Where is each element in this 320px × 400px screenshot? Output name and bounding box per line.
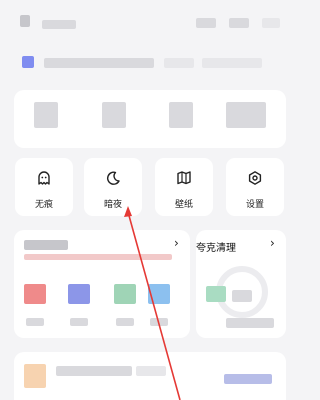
shortcut-item[interactable] bbox=[169, 102, 193, 128]
tile-settings[interactable]: 设置 bbox=[226, 158, 284, 216]
tile-incognito-label: 无痕 bbox=[34, 200, 53, 210]
app-label bbox=[150, 318, 168, 326]
app-icon bbox=[114, 284, 136, 304]
status-block bbox=[20, 15, 30, 27]
feed-text bbox=[56, 366, 132, 376]
chevron-right-icon: › bbox=[270, 236, 275, 250]
search-bar[interactable] bbox=[14, 46, 286, 86]
tile-wallpaper-label: 壁纸 bbox=[174, 200, 193, 210]
tile-night-mode-label: 暗夜 bbox=[103, 200, 122, 210]
app-label bbox=[116, 318, 134, 326]
gear-icon bbox=[247, 170, 263, 190]
feed-card[interactable] bbox=[14, 352, 286, 400]
ghost-icon bbox=[36, 170, 52, 190]
search-text bbox=[202, 58, 262, 68]
status-icon bbox=[196, 18, 216, 28]
tile-night-mode[interactable]: 暗夜 bbox=[84, 158, 142, 216]
tile-incognito[interactable]: 无痕 bbox=[15, 158, 73, 216]
shortcut-item[interactable] bbox=[34, 102, 58, 128]
app-label bbox=[70, 318, 88, 326]
search-text bbox=[164, 58, 194, 68]
shortcut-item[interactable] bbox=[226, 102, 266, 128]
search-logo bbox=[22, 56, 34, 68]
cleaner-button[interactable] bbox=[226, 318, 274, 328]
tile-wallpaper[interactable]: 壁纸 bbox=[155, 158, 213, 216]
cleaner-gauge-fill bbox=[206, 286, 226, 302]
info-card[interactable]: › bbox=[14, 230, 190, 338]
app-icon bbox=[24, 284, 46, 304]
cleaner-value bbox=[232, 290, 252, 302]
feed-text bbox=[136, 366, 166, 376]
cleaner-card[interactable]: 夸克清理 › bbox=[196, 230, 286, 338]
chevron-right-icon: › bbox=[174, 236, 179, 250]
feed-tag bbox=[224, 374, 272, 384]
status-block bbox=[42, 20, 76, 29]
tile-settings-label: 设置 bbox=[245, 200, 264, 210]
feed-thumbnail bbox=[24, 364, 46, 388]
app-icon bbox=[148, 284, 170, 304]
search-text bbox=[44, 58, 154, 68]
moon-icon bbox=[105, 170, 121, 190]
status-icon bbox=[229, 18, 249, 28]
cleaner-title: 夸克清理 bbox=[196, 243, 236, 254]
card-subtitle bbox=[24, 254, 172, 260]
app-icon bbox=[68, 284, 90, 304]
shortcut-item[interactable] bbox=[102, 102, 126, 128]
app-label bbox=[26, 318, 44, 326]
status-icon bbox=[262, 18, 280, 28]
shortcut-card bbox=[14, 90, 286, 148]
book-icon bbox=[176, 170, 192, 190]
card-heading bbox=[24, 240, 68, 250]
